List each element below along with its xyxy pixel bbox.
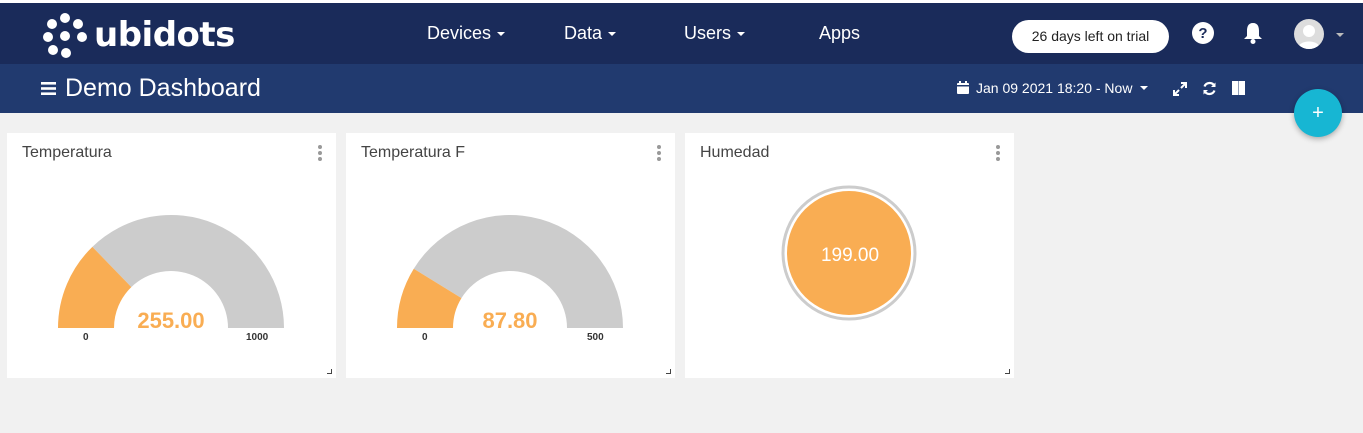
top-navbar: ubidots Devices Data Users Apps 26 days … <box>0 0 1363 64</box>
ubidots-logo-icon <box>43 13 87 58</box>
nav-users-label: Users <box>684 23 732 43</box>
indicator-value: 199.00 <box>820 245 880 266</box>
gauge-max-label: 1000 <box>246 332 269 343</box>
user-avatar[interactable] <box>1294 19 1324 49</box>
nav-data-label: Data <box>564 23 603 43</box>
add-widget-button[interactable]: + <box>1294 89 1342 137</box>
date-range-picker[interactable]: Jan 09 2021 18:20 - Now <box>956 80 1149 96</box>
fullscreen-icon[interactable] <box>1173 82 1187 101</box>
chevron-down-icon <box>608 32 617 37</box>
ubidots-logo[interactable]: ubidots <box>42 12 235 58</box>
pause-icon[interactable] <box>1231 80 1246 100</box>
gauge-value: 255.00 <box>137 308 205 333</box>
gauge-chart <box>58 215 285 328</box>
gauge-max-label: 500 <box>587 332 604 343</box>
brand-name: ubidots <box>94 15 235 55</box>
chevron-down-icon <box>497 32 506 37</box>
help-icon[interactable]: ? <box>1192 22 1214 49</box>
calendar-icon <box>957 81 969 94</box>
trial-badge[interactable]: 26 days left on trial <box>1012 20 1169 53</box>
gauge-min-label: 0 <box>83 332 89 343</box>
nav-devices[interactable]: Devices <box>427 23 506 44</box>
nav-data[interactable]: Data <box>564 23 617 44</box>
gauge-chart <box>397 215 623 328</box>
refresh-icon[interactable] <box>1202 81 1217 101</box>
widget-gauge[interactable]: Temperatura F 87.80 0 500 <box>346 133 675 378</box>
resize-handle[interactable] <box>666 369 671 374</box>
nav-devices-label: Devices <box>427 23 492 43</box>
nav-users[interactable]: Users <box>684 23 746 44</box>
resize-handle[interactable] <box>1005 369 1010 374</box>
menu-icon[interactable] <box>41 82 56 100</box>
gauge-value: 87.80 <box>482 308 538 333</box>
chevron-down-icon <box>737 32 746 37</box>
gauge-min-label: 0 <box>422 332 428 343</box>
dashboard-title[interactable]: Demo Dashboard <box>65 74 261 103</box>
user-icon <box>1298 25 1320 49</box>
widget-indicator[interactable]: Humedad 199.00 <box>685 133 1014 378</box>
nav-apps-label: Apps <box>819 23 861 43</box>
chevron-down-icon[interactable] <box>1336 33 1344 37</box>
resize-handle[interactable] <box>327 369 332 374</box>
chevron-down-icon <box>1140 86 1149 90</box>
widget-gauge[interactable]: Temperatura 255.00 0 1000 <box>7 133 336 378</box>
nav-apps[interactable]: Apps <box>819 23 860 44</box>
date-range-label: Jan 09 2021 18:20 - Now <box>976 80 1133 96</box>
svg-text:?: ? <box>1198 25 1207 42</box>
bell-icon[interactable] <box>1243 22 1263 49</box>
